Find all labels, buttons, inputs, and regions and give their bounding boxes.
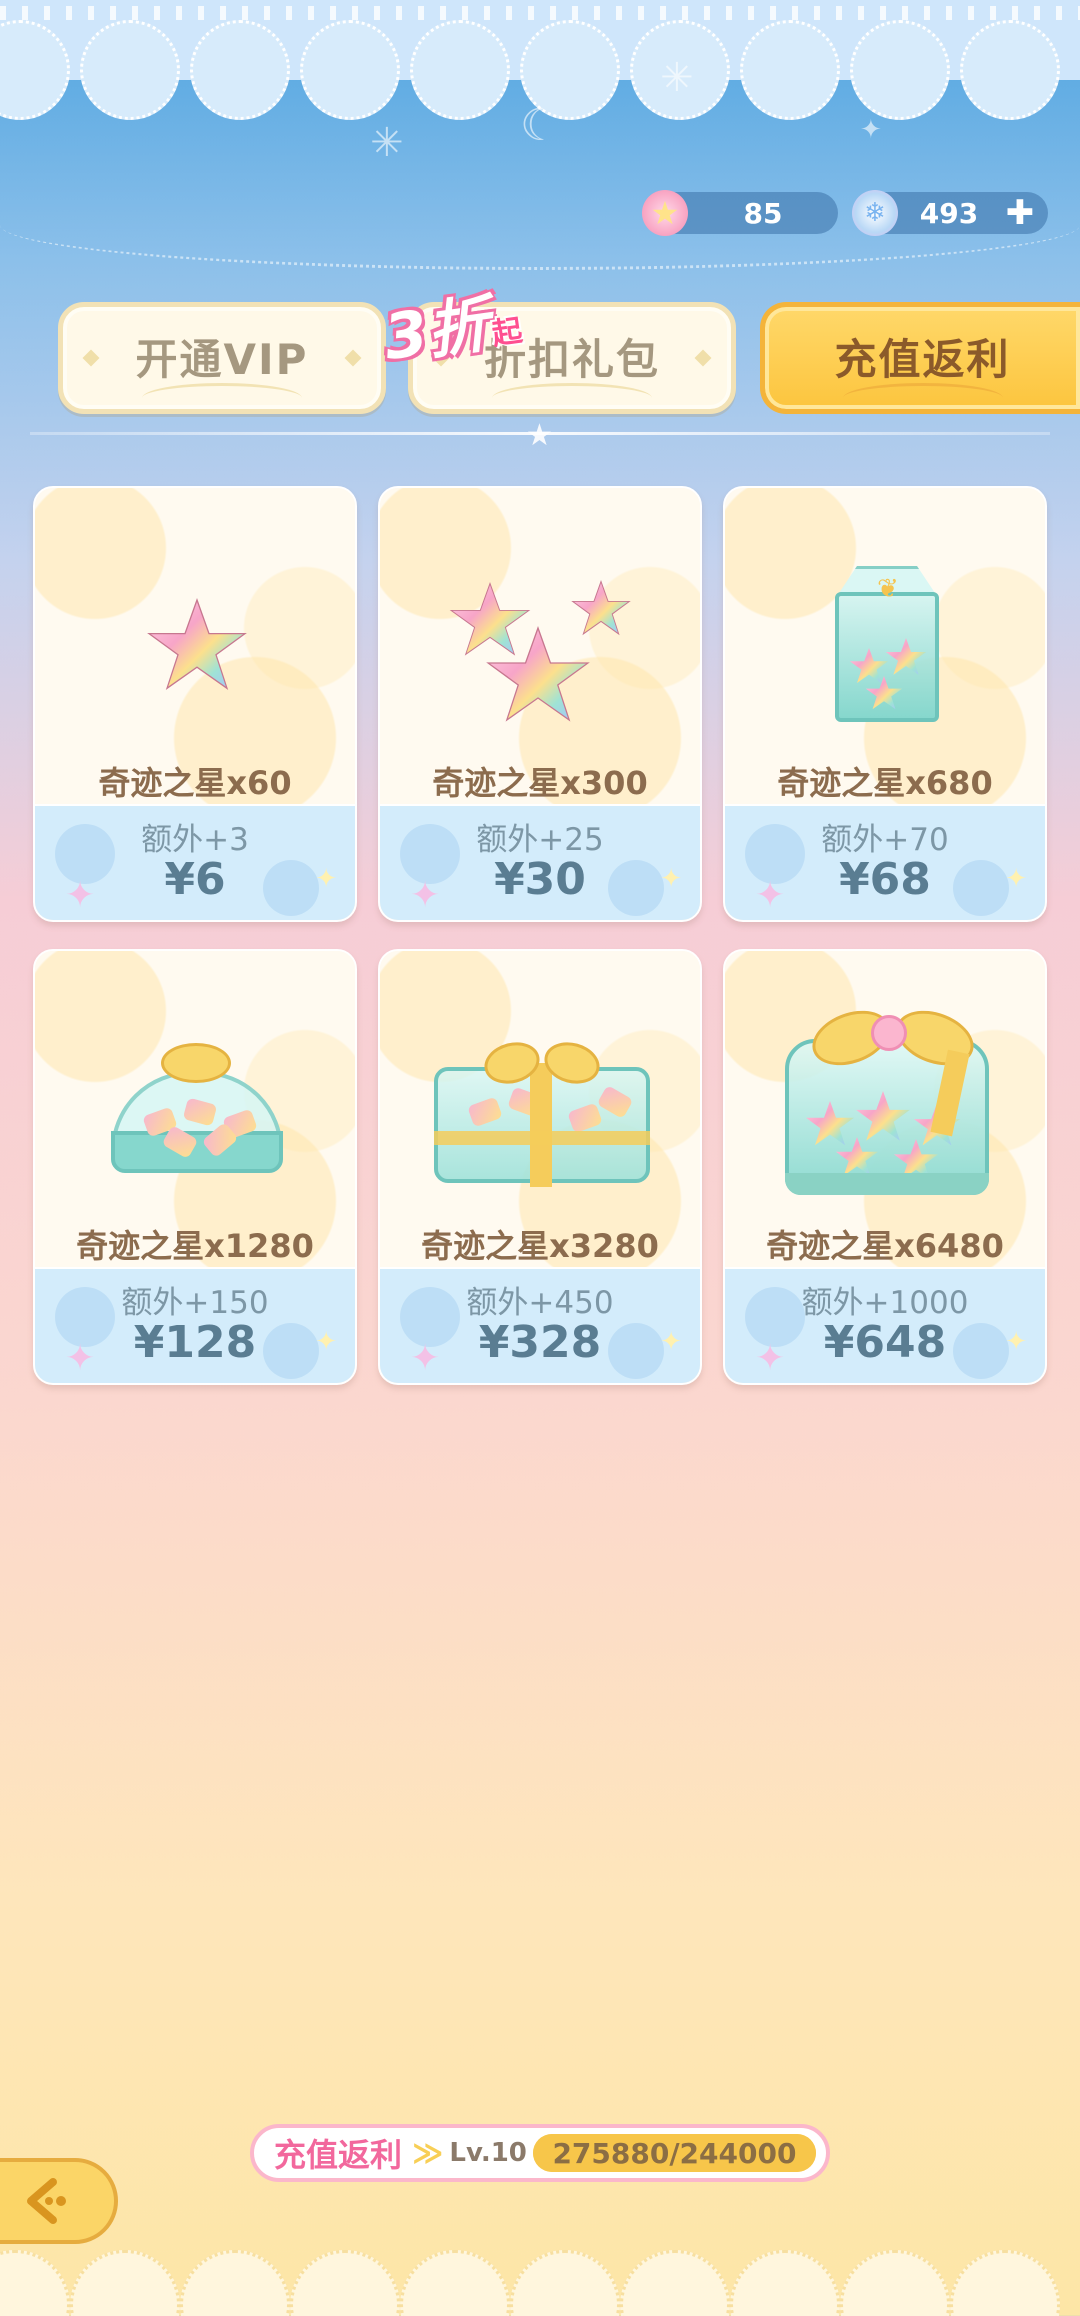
rebate-level: Lv.10 xyxy=(449,2138,527,2168)
sparkle-icon: ✦ xyxy=(65,1338,96,1379)
crystal-balance[interactable]: ❄ 493 ✚ xyxy=(852,190,1048,236)
crystal-count: 493 xyxy=(919,196,979,230)
sparkle-icon: ✦ xyxy=(755,875,786,916)
price-panel: 额外+25 ¥30 ✦ ✦ xyxy=(380,804,700,920)
star-bow-chest-art xyxy=(725,951,1045,1267)
bottom-lace-border xyxy=(0,2250,1080,2316)
product-name: 奇迹之星x680 xyxy=(777,764,993,802)
product-card[interactable]: 奇迹之星x300 额外+25 ¥30 ✦ ✦ xyxy=(378,486,702,922)
moon-icon: ☾ xyxy=(520,100,560,151)
discount-badge-suffix: 起 xyxy=(489,313,525,353)
sparkle-icon: ✦ xyxy=(755,1338,786,1379)
top-lace-border xyxy=(0,0,1080,120)
sparkle-icon: ✦ xyxy=(410,1338,441,1379)
product-bonus: 额外+450 xyxy=(466,1285,614,1321)
star-candy-box-art xyxy=(35,951,355,1267)
sparkle-icon: ✦ xyxy=(860,115,882,145)
double-chevron-icon: ≫ xyxy=(412,2135,444,2171)
tab-vip[interactable]: 开通VIP xyxy=(58,302,386,414)
price-panel: 额外+150 ¥128 ✦ ✦ xyxy=(35,1267,355,1383)
price-panel: 额外+70 ¥68 ✦ ✦ xyxy=(725,804,1045,920)
back-arrow-icon xyxy=(27,2178,66,2224)
star-icon: ★ xyxy=(526,418,553,453)
price-panel: 额外+3 ¥6 ✦ ✦ xyxy=(35,804,355,920)
rebate-progress-label: 充值返利 xyxy=(274,2136,403,2174)
sparkle-icon: ✳ xyxy=(660,55,694,101)
product-card[interactable]: ❦ 奇迹之星x680 额外+70 ¥68 ✦ ✦ xyxy=(723,486,1047,922)
product-bonus: 额外+25 xyxy=(476,822,604,858)
miracle-star-icon: ★ xyxy=(642,190,688,236)
rebate-progress-text: 275880/244000 xyxy=(552,2136,797,2170)
star-carton-art: ❦ xyxy=(725,488,1045,804)
product-name: 奇迹之星x60 xyxy=(98,764,292,802)
sparkle-icon: ✦ xyxy=(1005,864,1027,894)
rebate-progress-track: 275880/244000 xyxy=(532,2134,816,2172)
product-name: 奇迹之星x6480 xyxy=(766,1227,1004,1265)
discount-badge-number: 3折 xyxy=(379,287,494,375)
product-name: 奇迹之星x300 xyxy=(432,764,648,802)
price-panel: 额外+1000 ¥648 ✦ ✦ xyxy=(725,1267,1045,1383)
sparkle-icon: ✦ xyxy=(315,864,337,894)
sparkle-icon: ✳ xyxy=(370,120,404,166)
product-name: 奇迹之星x3280 xyxy=(421,1227,659,1265)
tab-recharge-rebate[interactable]: 充值返利 xyxy=(760,302,1080,414)
product-bonus: 额外+150 xyxy=(121,1285,269,1321)
single-star-art xyxy=(35,488,355,804)
back-button[interactable] xyxy=(0,2158,118,2244)
product-bonus: 额外+70 xyxy=(821,822,949,858)
product-name: 奇迹之星x1280 xyxy=(76,1227,314,1265)
sparkle-icon: ✦ xyxy=(65,875,96,916)
product-card[interactable]: 奇迹之星x6480 额外+1000 ¥648 ✦ ✦ xyxy=(723,949,1047,1385)
sparkle-icon: ✦ xyxy=(660,1327,682,1357)
product-bonus: 额外+1000 xyxy=(801,1285,969,1321)
miracle-star-balance: ★ 85 xyxy=(642,190,838,236)
sparkle-icon: ✦ xyxy=(660,864,682,894)
price-panel: 额外+450 ¥328 ✦ ✦ xyxy=(380,1267,700,1383)
crystal-icon: ❄ xyxy=(852,190,898,236)
product-card[interactable]: 奇迹之星x60 额外+3 ¥6 ✦ ✦ xyxy=(33,486,357,922)
tab-recharge-rebate-label: 充值返利 xyxy=(834,334,1011,384)
rebate-progress-bar[interactable]: 充值返利 ≫ Lv.10 275880/244000 xyxy=(250,2124,830,2182)
tab-vip-label: 开通VIP xyxy=(135,334,309,384)
sparkle-icon: ✦ xyxy=(1005,1327,1027,1357)
sparkle-icon: ✦ xyxy=(410,875,441,916)
plus-icon[interactable]: ✚ xyxy=(1000,193,1040,233)
product-card[interactable]: 奇迹之星x1280 额外+150 ¥128 ✦ ✦ xyxy=(33,949,357,1385)
miracle-star-count: 85 xyxy=(743,196,783,230)
three-stars-art xyxy=(380,488,700,804)
product-bonus: 额外+3 xyxy=(141,822,249,858)
star-gift-box-art xyxy=(380,951,700,1267)
sparkle-icon: ✦ xyxy=(315,1327,337,1357)
product-card[interactable]: 奇迹之星x3280 额外+450 ¥328 ✦ ✦ xyxy=(378,949,702,1385)
